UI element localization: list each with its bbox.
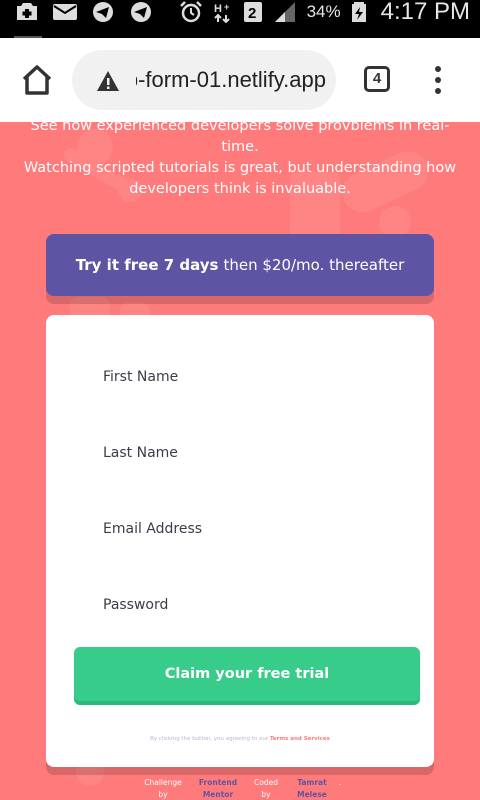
intro-line-2: Watching scripted tutorials is great, bu… <box>23 160 457 197</box>
email-input[interactable]: Email Address <box>103 521 202 537</box>
signup-form: First Name Last Name Email Address Passw… <box>46 315 434 767</box>
offer-bold: Try it free 7 days <box>75 256 219 274</box>
terms-link[interactable]: Terms and Services <box>270 736 330 742</box>
more-vert-icon[interactable] <box>434 66 442 96</box>
tabs-icon[interactable]: 4 <box>364 66 390 92</box>
home-icon[interactable] <box>20 64 54 96</box>
telegram-icon <box>93 2 113 22</box>
battery-charging-icon <box>351 2 366 22</box>
sim-icon: 2 <box>243 2 262 22</box>
web-page: See how experienced developers solve pro… <box>0 122 480 800</box>
signal-icon <box>274 2 295 22</box>
coded-label: Coded by <box>254 778 278 799</box>
telegram-icon <box>131 2 151 22</box>
intro-text: See how experienced developers solve pro… <box>22 122 458 200</box>
attribution: Challenge by Frontend Mentor Coded by Ta… <box>0 777 480 800</box>
footer-dot: . <box>338 778 342 787</box>
mail-icon <box>53 4 77 20</box>
offer-banner: Try it free 7 days then $20/mo. thereaft… <box>46 234 434 296</box>
author-link[interactable]: Tamrat Melese <box>292 777 332 800</box>
last-name-input[interactable]: Last Name <box>103 445 178 461</box>
clock: 4:17 PM <box>380 0 470 25</box>
intro-line-1: See how experienced developers solve pro… <box>30 122 450 155</box>
system-icons: H + 2 34% 4:17 PM <box>179 0 470 25</box>
password-input[interactable]: Password <box>103 597 168 613</box>
notification-icons <box>14 0 154 24</box>
data-transfer-icon: H + <box>214 2 230 23</box>
frontend-mentor-link[interactable]: Frontend Mentor <box>196 777 240 800</box>
browser-toolbar: signup-form-01.netlify.app 4 <box>0 38 480 122</box>
battery-percent: 34% <box>306 2 341 21</box>
svg-text:2: 2 <box>248 5 256 22</box>
svg-text:+: + <box>224 2 229 12</box>
challenge-label: Challenge by <box>144 778 182 799</box>
offer-rest: then $20/mo. thereafter <box>223 256 405 274</box>
claim-trial-button[interactable]: Claim your free trial <box>74 647 420 701</box>
address-bar[interactable]: signup-form-01.netlify.app <box>72 50 336 110</box>
svg-text:H: H <box>214 3 222 15</box>
add-photo-icon <box>17 3 37 20</box>
first-name-input[interactable]: First Name <box>103 369 178 385</box>
terms-notice: By clicking the button, you agreeing to … <box>46 736 434 742</box>
alarm-icon <box>179 1 202 23</box>
terms-text: By clicking the button, you agreeing to … <box>150 736 269 742</box>
status-bar: H + 2 34% 4:17 PM <box>0 0 480 38</box>
url-text[interactable]: signup-form-01.netlify.app <box>136 67 326 93</box>
warning-icon[interactable] <box>96 70 120 92</box>
